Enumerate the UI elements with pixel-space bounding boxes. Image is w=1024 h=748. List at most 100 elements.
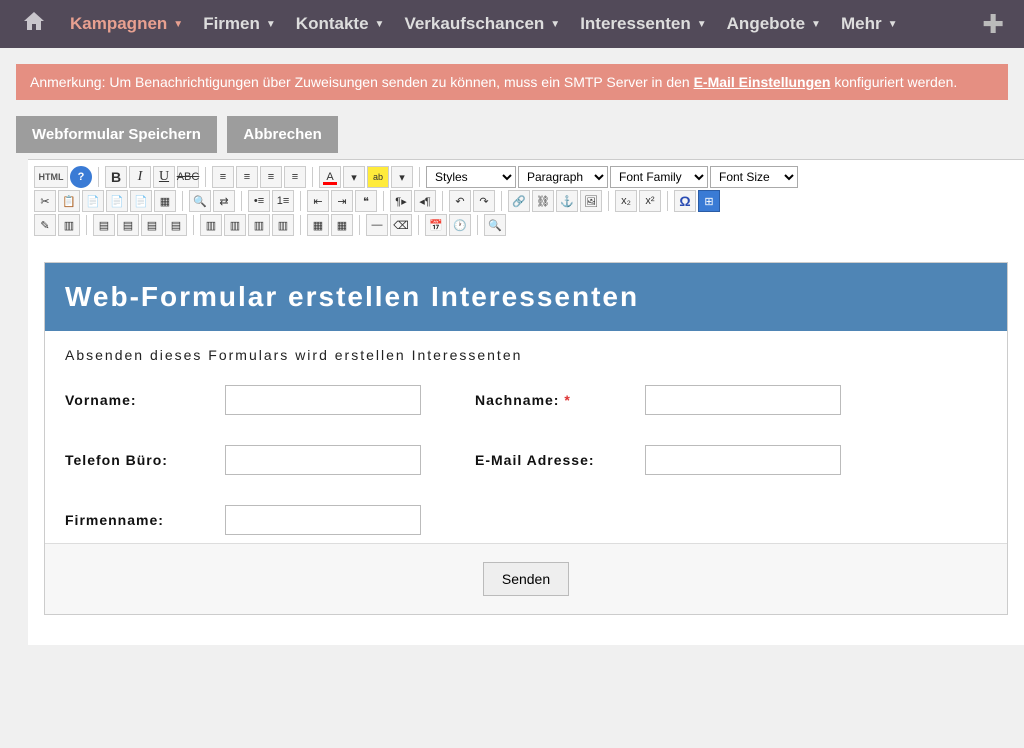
save-button[interactable]: Webformular Speichern <box>16 116 217 153</box>
copy-icon[interactable]: 📋 <box>58 190 80 212</box>
preview-icon[interactable]: 🔍 <box>484 214 506 236</box>
font-size-select[interactable]: Font Size <box>710 166 798 188</box>
rtl-icon[interactable]: ◂¶ <box>414 190 436 212</box>
add-icon[interactable]: ✚ <box>970 9 1016 40</box>
cancel-button[interactable]: Abbrechen <box>227 116 337 153</box>
underline-button[interactable]: U <box>153 166 175 188</box>
form-description: Absenden dieses Formulars wird erstellen… <box>65 347 987 363</box>
table-row-before-icon[interactable]: ▤ <box>117 214 139 236</box>
layout-icon[interactable]: ▥ <box>58 214 80 236</box>
separator <box>667 191 668 211</box>
nav-label: Angebote <box>727 14 805 34</box>
bold-button[interactable]: B <box>105 166 127 188</box>
text-color-button[interactable]: A <box>319 166 341 188</box>
highlight-dropdown[interactable]: ▾ <box>391 166 413 188</box>
input-email[interactable] <box>645 445 841 475</box>
form-title: Web-Formular erstellen Interessenten <box>45 263 1007 331</box>
select-all-icon[interactable]: ▦ <box>154 190 176 212</box>
link-icon[interactable]: 🔗 <box>508 190 530 212</box>
italic-button[interactable]: I <box>129 166 151 188</box>
nav-firmen[interactable]: Firmen▼ <box>193 14 286 34</box>
nav-label: Interessenten <box>580 14 691 34</box>
table-row-icon[interactable]: ▤ <box>93 214 115 236</box>
nav-mehr[interactable]: Mehr▼ <box>831 14 908 34</box>
indent-icon[interactable]: ⇥ <box>331 190 353 212</box>
rich-text-toolbar: HTML ? B I U ABC ≡ ≡ ≡ ≡ A ▾ ab ▾ Styles… <box>28 160 1024 242</box>
chevron-down-icon: ▼ <box>173 19 183 30</box>
find-icon[interactable]: 🔍 <box>189 190 211 212</box>
help-icon[interactable]: ? <box>70 166 92 188</box>
input-telefon[interactable] <box>225 445 421 475</box>
edit-icon[interactable]: ✎ <box>34 214 56 236</box>
form-grid: Vorname: Nachname: * Telefon Büro: E-Mai… <box>65 385 987 535</box>
ltr-icon[interactable]: ¶▸ <box>390 190 412 212</box>
home-icon[interactable] <box>8 12 60 36</box>
outdent-icon[interactable]: ⇤ <box>307 190 329 212</box>
action-bar: Webformular Speichern Abbrechen <box>16 116 1008 153</box>
paragraph-select[interactable]: Paragraph <box>518 166 608 188</box>
table-row-after-icon[interactable]: ▤ <box>141 214 163 236</box>
separator <box>418 215 419 235</box>
chevron-down-icon: ▼ <box>697 19 707 30</box>
table-col-delete-icon[interactable]: ▥ <box>272 214 294 236</box>
cut-icon[interactable]: ✂ <box>34 190 56 212</box>
nav-verkaufschancen[interactable]: Verkaufschancen▼ <box>394 14 570 34</box>
paste-icon[interactable]: 📄 <box>82 190 104 212</box>
paste-text-icon[interactable]: 📄 <box>106 190 128 212</box>
blockquote-icon[interactable]: ❝ <box>355 190 377 212</box>
text-color-dropdown[interactable]: ▾ <box>343 166 365 188</box>
label-firmenname: Firmenname: <box>65 512 225 528</box>
smtp-notice: Anmerkung: Um Benachrichtigungen über Zu… <box>16 64 1008 100</box>
merge-cells-icon[interactable]: ▦ <box>307 214 329 236</box>
email-settings-link[interactable]: E-Mail Einstellungen <box>694 74 831 90</box>
align-center-button[interactable]: ≡ <box>236 166 258 188</box>
date-icon[interactable]: 📅 <box>425 214 447 236</box>
separator <box>608 191 609 211</box>
table-row-delete-icon[interactable]: ▤ <box>165 214 187 236</box>
input-firmenname[interactable] <box>225 505 421 535</box>
nav-kampagnen[interactable]: Kampagnen▼ <box>60 14 193 34</box>
redo-icon[interactable]: ↷ <box>473 190 495 212</box>
anchor-icon[interactable]: ⚓ <box>556 190 578 212</box>
table-col-after-icon[interactable]: ▥ <box>248 214 270 236</box>
align-justify-button[interactable]: ≡ <box>284 166 306 188</box>
table-icon[interactable]: ⊞ <box>698 190 720 212</box>
remove-format-icon[interactable]: ⌫ <box>390 214 412 236</box>
nav-interessenten[interactable]: Interessenten ▼ <box>570 14 716 34</box>
align-right-button[interactable]: ≡ <box>260 166 282 188</box>
replace-icon[interactable]: ⇄ <box>213 190 235 212</box>
undo-icon[interactable]: ↶ <box>449 190 471 212</box>
label-nachname: Nachname: * <box>475 392 645 408</box>
bullet-list-icon[interactable]: •≡ <box>248 190 270 212</box>
align-left-button[interactable]: ≡ <box>212 166 234 188</box>
input-nachname[interactable] <box>645 385 841 415</box>
subscript-icon[interactable]: x₂ <box>615 190 637 212</box>
input-vorname[interactable] <box>225 385 421 415</box>
separator <box>383 191 384 211</box>
table-col-before-icon[interactable]: ▥ <box>224 214 246 236</box>
paste-word-icon[interactable]: 📄 <box>130 190 152 212</box>
image-icon[interactable]: 🖼 <box>580 190 602 212</box>
split-cells-icon[interactable]: ▦ <box>331 214 353 236</box>
time-icon[interactable]: 🕐 <box>449 214 471 236</box>
top-nav: Kampagnen▼ Firmen▼ Kontakte▼ Verkaufscha… <box>0 0 1024 48</box>
nav-angebote[interactable]: Angebote▼ <box>717 14 831 34</box>
html-source-button[interactable]: HTML <box>34 166 68 188</box>
font-family-select[interactable]: Font Family <box>610 166 708 188</box>
special-char-icon[interactable]: Ω <box>674 190 696 212</box>
superscript-icon[interactable]: x² <box>639 190 661 212</box>
nav-kontakte[interactable]: Kontakte▼ <box>286 14 395 34</box>
highlight-button[interactable]: ab <box>367 166 389 188</box>
number-list-icon[interactable]: 1≡ <box>272 190 294 212</box>
hr-icon[interactable]: — <box>366 214 388 236</box>
strikethrough-button[interactable]: ABC <box>177 166 199 188</box>
nav-label: Verkaufschancen <box>404 14 544 34</box>
submit-button[interactable]: Senden <box>483 562 569 596</box>
styles-select[interactable]: Styles <box>426 166 516 188</box>
form-body: Absenden dieses Formulars wird erstellen… <box>45 331 1007 543</box>
table-col-icon[interactable]: ▥ <box>200 214 222 236</box>
toolbar-row-2: ✂ 📋 📄 📄 📄 ▦ 🔍 ⇄ •≡ 1≡ ⇤ ⇥ ❝ ¶▸ ◂¶ ↶ ↷ 🔗 … <box>34 190 1018 212</box>
label-vorname: Vorname: <box>65 392 225 408</box>
nav-label: Mehr <box>841 14 882 34</box>
unlink-icon[interactable]: ⛓ <box>532 190 554 212</box>
